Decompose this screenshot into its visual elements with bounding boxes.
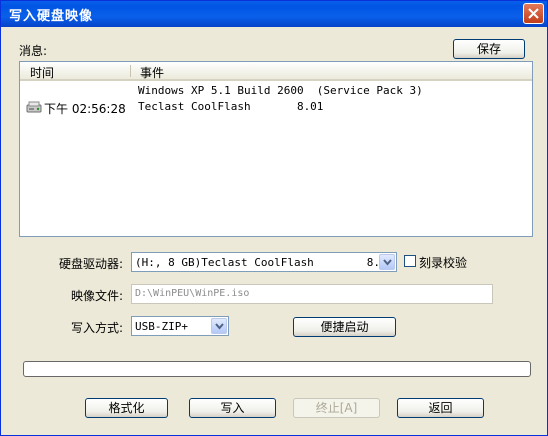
close-button[interactable] bbox=[523, 3, 544, 24]
image-file-label: 映像文件: bbox=[71, 289, 124, 303]
row-event: Teclast CoolFlash 8.01 bbox=[138, 100, 324, 113]
write-disk-image-window: 写入硬盘映像 消息: 保存 时间 事件 Windows XP 5.1 Build… bbox=[0, 0, 548, 436]
back-button[interactable]: 返回 bbox=[397, 398, 484, 418]
stop-button[interactable]: 终止[A] bbox=[293, 398, 380, 418]
drive-dropdown-button[interactable] bbox=[379, 254, 395, 270]
drive-label: 硬盘驱动器: bbox=[59, 257, 124, 271]
write-mode-dropdown-button[interactable] bbox=[211, 318, 227, 334]
column-header-event[interactable]: 事件 bbox=[140, 64, 164, 81]
row-time: 下午 02:56:28 bbox=[44, 102, 126, 116]
drive-select-value: (H:, 8 GB)Teclast CoolFlash 8.01 bbox=[135, 256, 394, 269]
row-event: Windows XP 5.1 Build 2600 (Service Pack … bbox=[138, 84, 423, 97]
drive-icon bbox=[26, 101, 42, 113]
progress-bar bbox=[23, 361, 531, 377]
format-button[interactable]: 格式化 bbox=[85, 398, 168, 418]
save-button[interactable]: 保存 bbox=[453, 39, 525, 59]
list-header: 时间 事件 bbox=[20, 62, 532, 81]
window-title: 写入硬盘映像 bbox=[9, 9, 94, 24]
write-mode-value: USB-ZIP+ bbox=[135, 320, 188, 333]
write-mode-label: 写入方式: bbox=[71, 321, 124, 335]
chevron-down-icon bbox=[215, 323, 224, 330]
column-header-time[interactable]: 时间 bbox=[30, 64, 54, 81]
verify-checkbox[interactable] bbox=[404, 255, 416, 267]
quick-boot-button[interactable]: 便捷启动 bbox=[293, 317, 396, 337]
image-file-field[interactable]: D:\WinPEU\WinPE.iso bbox=[131, 284, 493, 304]
column-divider[interactable] bbox=[130, 65, 131, 77]
close-icon bbox=[528, 8, 539, 19]
message-list[interactable]: 时间 事件 Windows XP 5.1 Build 2600 (Service… bbox=[19, 61, 533, 237]
title-bar[interactable]: 写入硬盘映像 bbox=[1, 1, 547, 27]
write-button[interactable]: 写入 bbox=[189, 398, 276, 418]
drive-select[interactable]: (H:, 8 GB)Teclast CoolFlash 8.01 bbox=[131, 252, 397, 272]
chevron-down-icon bbox=[383, 259, 392, 266]
list-row[interactable]: Windows XP 5.1 Build 2600 (Service Pack … bbox=[20, 83, 532, 99]
messages-label: 消息: bbox=[19, 44, 48, 58]
image-file-value: D:\WinPEU\WinPE.iso bbox=[135, 288, 250, 299]
write-mode-select[interactable]: USB-ZIP+ bbox=[131, 316, 229, 336]
verify-label[interactable]: 刻录校验 bbox=[419, 254, 467, 271]
list-row[interactable]: 下午 02:56:28 Teclast CoolFlash 8.01 bbox=[20, 99, 532, 116]
